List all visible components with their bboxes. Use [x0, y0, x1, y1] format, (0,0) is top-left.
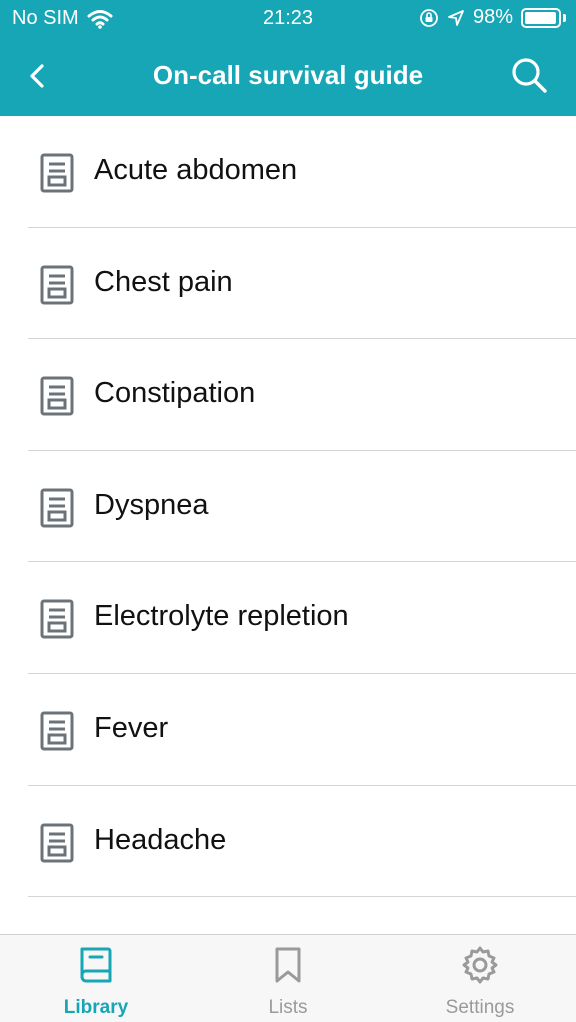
battery-icon [521, 7, 561, 28]
status-right: 98% [419, 6, 566, 29]
document-icon [40, 599, 74, 639]
list-item[interactable]: Dyspnea [0, 451, 576, 563]
battery-nub [563, 13, 566, 22]
list-item-label: Electrolyte repletion [94, 600, 349, 633]
tab-label: Library [63, 997, 129, 1018]
list-item-label: Constipation [94, 377, 256, 410]
list-item[interactable]: Chest pain [0, 228, 576, 340]
document-icon [40, 711, 74, 751]
list-item-label: Dyspnea [94, 488, 209, 521]
list-item-label: Chest pain [94, 265, 233, 298]
document-icon [40, 823, 74, 863]
document-icon [40, 376, 74, 416]
book-icon [80, 947, 112, 983]
tab-label: Lists [268, 997, 308, 1018]
tab-lists[interactable]: Lists [192, 935, 384, 1022]
bookmark-icon [275, 947, 301, 983]
document-icon [40, 265, 74, 305]
list-item[interactable] [0, 897, 576, 934]
list-item[interactable]: Constipation [0, 339, 576, 451]
list-item[interactable]: Fever [0, 674, 576, 786]
tab-settings[interactable]: Settings [384, 935, 576, 1022]
guide-list: Acute abdomen Chest pain Constipation Dy… [0, 116, 576, 934]
battery-percent: 98% [472, 6, 513, 28]
orientation-lock-icon [420, 8, 438, 27]
battery-level [525, 11, 557, 24]
document-icon [40, 153, 74, 193]
tab-library[interactable]: Library [0, 935, 192, 1022]
list-item[interactable]: Headache [0, 786, 576, 898]
location-arrow-icon [448, 9, 464, 26]
page-title: On-call survival guide [152, 60, 424, 90]
gear-icon [462, 946, 498, 984]
tab-label: Settings [445, 997, 515, 1018]
list-item[interactable]: Acute abdomen [0, 116, 576, 228]
list-item-label: Fever [94, 711, 169, 744]
search-icon[interactable] [508, 54, 550, 96]
list-item-label: Acute abdomen [94, 154, 298, 186]
nav-bar: On-call survival guide [0, 38, 576, 116]
list-item-label: Headache [94, 823, 227, 856]
list-item[interactable]: Electrolyte repletion [0, 562, 576, 674]
document-icon [40, 488, 74, 528]
status-bar: No SIM 21:23 98% [0, 0, 576, 38]
tab-bar: Library Lists Settings [0, 934, 576, 1022]
